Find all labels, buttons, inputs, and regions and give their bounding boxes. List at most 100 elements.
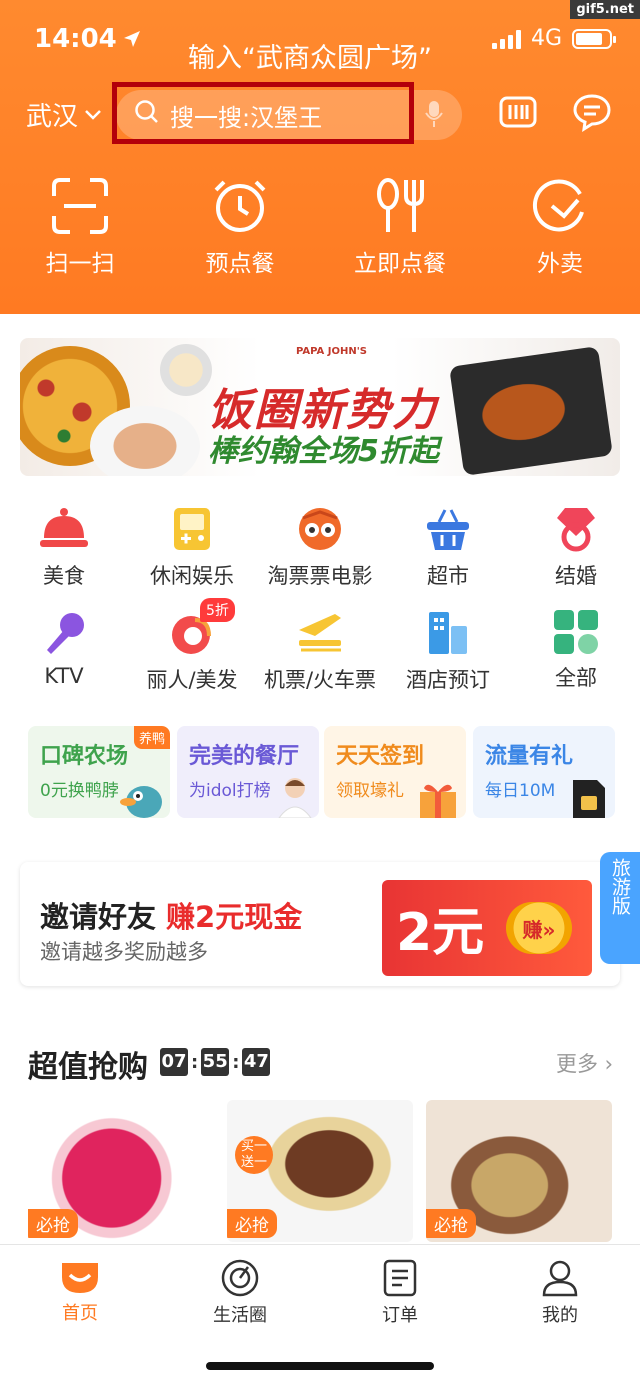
header: gif5.net 14:04 输入“武商众圆广场” 4G 武汉 搜一搜:汉堡王 (0, 0, 640, 314)
timer-minutes: 55 (201, 1048, 230, 1076)
instruction-caption: 输入“武商众圆广场” (188, 43, 432, 74)
alarm-clock-icon (214, 180, 266, 232)
tab-profile[interactable]: 我的 (510, 1259, 610, 1327)
quick-preorder-label: 预点餐 (205, 251, 275, 277)
buy-one-get-one-badge: 买一送一 (235, 1136, 273, 1174)
invite-title-highlight: 赚2元现金 (166, 900, 303, 934)
category-hotel-label: 酒店预订 (406, 668, 490, 692)
quick-order-now[interactable]: 立即点餐 (340, 176, 460, 278)
quick-scan-label: 扫一扫 (45, 251, 115, 277)
quick-scan[interactable]: 扫一扫 (20, 176, 140, 278)
tab-life-circle-label: 生活圈 (213, 1305, 267, 1326)
location-arrow-icon (123, 31, 140, 47)
bowl-image (160, 344, 212, 396)
promo-restaurant[interactable]: 完美的餐厅 为idol打榜 (177, 726, 319, 818)
promo-data[interactable]: 流量有礼 每日10M (473, 726, 615, 818)
category-all-label: 全部 (555, 666, 597, 690)
sim-card-icon (573, 780, 605, 818)
promo-checkin-title: 天天签到 (336, 744, 425, 769)
promo-farm[interactable]: 口碑农场 0元换鸭脖 养鸭 (28, 726, 170, 818)
city-selector[interactable]: 武汉 (26, 96, 102, 133)
movie-mascot-icon (299, 508, 341, 550)
message-icon[interactable] (572, 92, 612, 132)
brand-logo: PAPA JOHN'S (296, 346, 368, 357)
deals-title: 超值抢购 (28, 1050, 148, 1085)
gift-icon (420, 784, 456, 818)
category-food-label: 美食 (43, 564, 85, 588)
plate-image (90, 406, 200, 476)
category-wedding-label: 结婚 (555, 564, 597, 588)
battery-icon (572, 28, 616, 49)
promo-farm-tag: 养鸭 (133, 726, 170, 749)
category-movie-label: 淘票票电影 (267, 564, 373, 588)
scan-icon (52, 178, 108, 234)
invite-card[interactable]: 邀请好友 赚2元现金 邀请越多奖励越多 2元 赚» (20, 862, 620, 986)
gameboy-icon (174, 508, 210, 550)
life-circle-icon (221, 1259, 259, 1297)
deal-tag: 必抢 (426, 1209, 476, 1238)
clock-text: 14:04 (34, 24, 117, 54)
tab-life-circle[interactable]: 生活圈 (190, 1259, 290, 1327)
network-label: 4G (530, 26, 562, 51)
diamond-ring-icon (557, 508, 595, 552)
deal-item[interactable]: 必抢 (426, 1100, 612, 1242)
category-supermarket[interactable]: 超市 (384, 506, 512, 590)
invite-subtitle: 邀请越多奖励越多 (40, 940, 208, 964)
category-beauty[interactable]: 丽人/美发 (128, 610, 256, 694)
deal-tag: 必抢 (227, 1209, 277, 1238)
discount-badge: 5折 (200, 598, 235, 622)
promo-checkin[interactable]: 天天签到 领取壕礼 (324, 726, 466, 818)
category-all[interactable]: 全部 (512, 610, 640, 692)
microphone-icon (47, 613, 84, 654)
search-icon (135, 100, 158, 123)
red-packet[interactable]: 2元 赚» (382, 880, 592, 976)
travel-version-label: 旅游版 (609, 858, 631, 915)
order-icon (383, 1259, 417, 1297)
more-link[interactable]: 更多 › (556, 1048, 613, 1078)
earn-coin: 赚» (506, 902, 572, 954)
grid-icon (554, 610, 598, 654)
category-supermarket-label: 超市 (427, 564, 469, 588)
quick-delivery[interactable]: 外卖 (500, 176, 620, 278)
tab-home[interactable]: 首页 (30, 1259, 130, 1325)
search-input[interactable]: 搜一搜:汉堡王 (170, 98, 322, 133)
category-entertainment[interactable]: 休闲娱乐 (128, 506, 256, 590)
tab-orders-label: 订单 (382, 1305, 418, 1326)
deal-item[interactable]: 买一送一 必抢 (227, 1100, 413, 1242)
watermark: gif5.net (570, 0, 640, 19)
red-packet-amount: 2元 (396, 903, 485, 963)
category-tickets[interactable]: 机票/火车票 (256, 610, 384, 694)
tab-orders[interactable]: 订单 (350, 1259, 450, 1327)
category-wedding[interactable]: 结婚 (512, 506, 640, 590)
chicken-tray-image (449, 346, 613, 476)
quick-preorder[interactable]: 预点餐 (180, 176, 300, 278)
travel-version-tab[interactable]: 旅游版 (600, 852, 640, 964)
category-movie[interactable]: 淘票票电影 (256, 506, 384, 590)
promo-banner[interactable]: PAPA JOHN'S 饭圈新势力 棒约翰全场5折起 (20, 338, 620, 476)
deal-item[interactable]: 必抢 (28, 1100, 214, 1242)
category-ktv-label: KTV (44, 664, 84, 688)
promo-data-title: 流量有礼 (485, 744, 574, 769)
basket-icon (427, 509, 469, 550)
category-ktv[interactable]: KTV (0, 610, 128, 688)
microphone-icon[interactable] (424, 99, 444, 129)
city-label: 武汉 (26, 102, 79, 132)
invite-title: 邀请好友 赚2元现金 (40, 894, 302, 936)
idol-avatar-icon (278, 778, 312, 818)
promo-restaurant-title: 完美的餐厅 (189, 744, 300, 769)
invite-title-main: 邀请好友 (40, 900, 157, 934)
signal-icon (491, 29, 521, 49)
home-icon (62, 1263, 98, 1293)
quick-order-now-label: 立即点餐 (354, 251, 446, 277)
chevron-down-icon (85, 109, 101, 120)
category-hotel[interactable]: 酒店预订 (384, 610, 512, 694)
status-time: 14:04 (34, 24, 141, 54)
food-cloche-icon (40, 508, 88, 547)
category-entertainment-label: 休闲娱乐 (150, 564, 234, 588)
category-food[interactable]: 美食 (0, 506, 128, 590)
membership-card-icon[interactable] (498, 92, 538, 132)
home-indicator[interactable] (206, 1362, 434, 1370)
hotel-icon (429, 612, 467, 654)
plane-train-icon (299, 614, 341, 652)
timer-hours: 07 (160, 1048, 188, 1076)
